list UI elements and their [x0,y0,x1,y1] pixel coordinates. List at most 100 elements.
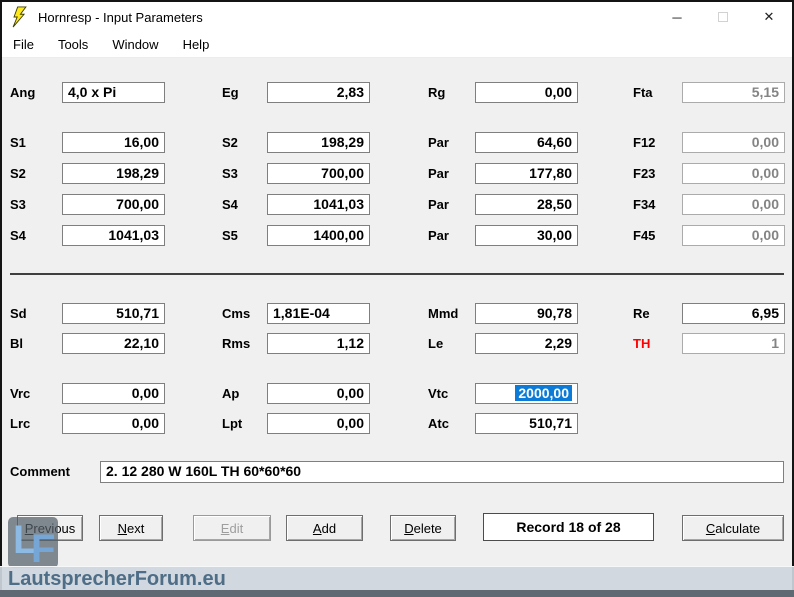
param-field-le[interactable]: 2,29 [475,333,578,354]
param-field-re[interactable]: 6,95 [682,303,785,324]
edit-button[interactable]: Edit [193,515,271,541]
param-label-lpt: Lpt [222,413,242,434]
param-field-cms[interactable]: 1,81E-04 [267,303,370,324]
titlebar: Hornresp - Input Parameters ─ ✕ [2,2,792,32]
param-label-eg: Eg [222,82,239,103]
param-field-f12: 0,00 [682,132,785,153]
lautsprecherforum-logo: L F [8,517,58,568]
add-button[interactable]: Add [286,515,363,541]
menu-window[interactable]: Window [112,37,158,52]
param-label-fta: Fta [633,82,653,103]
param-label-s4-1: S4 [10,225,26,246]
param-field-mmd[interactable]: 90,78 [475,303,578,324]
param-field-ap[interactable]: 0,00 [267,383,370,404]
param-row: Ang 4,0 x Pi Eg 2,83 Rg 0,00 Fta 5,15 [0,82,794,103]
param-field-s1[interactable]: 16,00 [62,132,165,153]
param-field-fta: 5,15 [682,82,785,103]
param-label-f34: F34 [633,194,655,215]
param-field-f45: 0,00 [682,225,785,246]
param-label-f12: F12 [633,132,655,153]
param-label-sd: Sd [10,303,27,324]
param-field-s2-1[interactable]: 198,29 [62,163,165,184]
param-field-vtc[interactable]: 2000,00 [475,383,578,404]
maximize-icon [718,12,728,22]
close-button[interactable]: ✕ [746,2,792,32]
record-counter: Record 18 of 28 [483,513,654,541]
menu-help[interactable]: Help [183,37,210,52]
param-label-ang: Ang [10,82,35,103]
param-field-par-3[interactable]: 28,50 [475,194,578,215]
param-field-lpt[interactable]: 0,00 [267,413,370,434]
param-label-s3-1: S3 [10,194,26,215]
param-row: S1 16,00 S2 198,29 Par 64,60 F12 0,00 [0,132,794,153]
minimize-button[interactable]: ─ [654,2,700,32]
param-field-par-2[interactable]: 177,80 [475,163,578,184]
minimize-icon: ─ [672,10,681,25]
param-label-s4-2: S4 [222,194,238,215]
param-field-s4-1[interactable]: 1041,03 [62,225,165,246]
lightning-bolt-icon [11,6,28,28]
param-label-f23: F23 [633,163,655,184]
param-field-rg[interactable]: 0,00 [475,82,578,103]
param-label-le: Le [428,333,443,354]
param-label-mmd: Mmd [428,303,458,324]
param-row: S2 198,29 S3 700,00 Par 177,80 F23 0,00 [0,163,794,184]
param-field-atc[interactable]: 510,71 [475,413,578,434]
watermark-bar: LautsprecherForum.eu [0,566,794,590]
param-field-sd[interactable]: 510,71 [62,303,165,324]
param-row: Sd 510,71 Cms 1,81E-04 Mmd 90,78 Re 6,95 [0,303,794,324]
param-label-s2-2: S2 [222,132,238,153]
delete-button[interactable]: Delete [390,515,456,541]
menubar: File Tools Window Help [2,32,792,58]
param-field-bl[interactable]: 22,10 [62,333,165,354]
param-label-par-4: Par [428,225,449,246]
param-label-bl: Bl [10,333,23,354]
close-icon: ✕ [764,9,775,25]
hornresp-window: Hornresp - Input Parameters ─ ✕ File Too… [0,0,794,597]
param-label-vrc: Vrc [10,383,30,404]
param-label-s5: S5 [222,225,238,246]
param-label-par-2: Par [428,163,449,184]
maximize-button[interactable] [700,2,746,32]
param-field-th: 1 [682,333,785,354]
watermark-text: LautsprecherForum.eu [8,568,226,590]
param-field-s2-2[interactable]: 198,29 [267,132,370,153]
param-field-vrc[interactable]: 0,00 [62,383,165,404]
param-label-rg: Rg [428,82,445,103]
param-label-s1: S1 [10,132,26,153]
comment-field[interactable]: 2. 12 280 W 160L TH 60*60*60 [100,461,784,483]
menu-file[interactable]: File [13,37,34,52]
window-title: Hornresp - Input Parameters [38,10,203,25]
param-label-cms: Cms [222,303,250,324]
param-label-s2-1: S2 [10,163,26,184]
window-controls: ─ ✕ [654,2,792,32]
param-field-par-4[interactable]: 30,00 [475,225,578,246]
param-field-par-1[interactable]: 64,60 [475,132,578,153]
param-label-s3-2: S3 [222,163,238,184]
calculate-button[interactable]: Calculate [682,515,784,541]
menu-tools[interactable]: Tools [58,37,88,52]
param-label-ap: Ap [222,383,239,404]
param-field-rms[interactable]: 1,12 [267,333,370,354]
param-label-atc: Atc [428,413,449,434]
param-row: Lrc 0,00 Lpt 0,00 Atc 510,71 [0,413,794,434]
param-label-re: Re [633,303,650,324]
param-label-lrc: Lrc [10,413,30,434]
param-field-s5[interactable]: 1400,00 [267,225,370,246]
param-field-lrc[interactable]: 0,00 [62,413,165,434]
param-field-s3-1[interactable]: 700,00 [62,194,165,215]
param-label-par-3: Par [428,194,449,215]
param-field-ang[interactable]: 4,0 x Pi [62,82,165,103]
watermark-bottom-strip [0,590,794,597]
param-field-f34: 0,00 [682,194,785,215]
param-field-eg[interactable]: 2,83 [267,82,370,103]
param-field-s3-2[interactable]: 700,00 [267,163,370,184]
comment-label: Comment [10,461,70,483]
section-divider [10,273,784,275]
param-label-th: TH [633,333,650,354]
param-row: S4 1041,03 S5 1400,00 Par 30,00 F45 0,00 [0,225,794,246]
param-field-s4-2[interactable]: 1041,03 [267,194,370,215]
param-label-par-1: Par [428,132,449,153]
param-row: S3 700,00 S4 1041,03 Par 28,50 F34 0,00 [0,194,794,215]
next-button[interactable]: Next [99,515,163,541]
